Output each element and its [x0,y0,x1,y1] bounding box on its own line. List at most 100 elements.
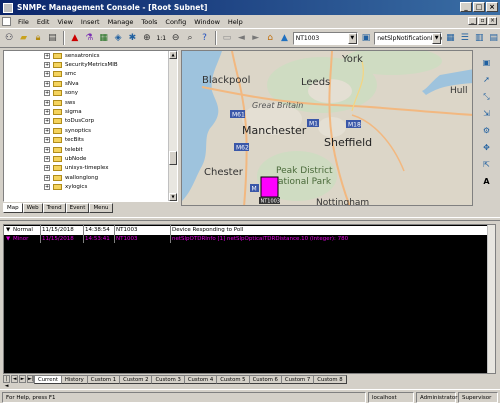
expand-icon[interactable]: + [44,165,50,172]
tab-event[interactable]: Event [65,203,90,213]
tab-first-icon[interactable]: |◄ [3,375,10,389]
graph-icon[interactable]: ▦ [97,32,109,45]
map-canvas[interactable]: M61 M1 M18 M62 M York Blackpool Leeds Hu… [182,51,473,206]
expand-icon[interactable]: + [44,146,50,153]
resize-tool-icon[interactable]: ⇱ [480,158,493,171]
tab-custom-4[interactable]: Custom 4 [183,374,218,384]
mdi-close-button[interactable]: × [488,17,497,25]
list-icon[interactable]: ☰ [459,32,471,45]
event-log[interactable]: ▼ Normal 11/15/2018 14:38:54 NT1003 Devi… [3,224,496,374]
menu-edit[interactable]: Edit [34,18,53,26]
link-tool-icon[interactable]: ⤡ [480,90,493,103]
close-button[interactable]: × [486,2,498,12]
event-row[interactable]: ▼ Normal 11/15/2018 14:38:54 NT1003 Devi… [4,226,490,235]
expand-icon[interactable]: + [44,127,50,134]
expand-icon[interactable]: + [44,184,50,191]
event-scrollbar[interactable] [487,225,495,373]
tree-item[interactable]: + xylogics [4,182,177,191]
mdi-minimize-button[interactable]: _ [468,17,477,25]
tree-item[interactable]: + tecBits [4,136,177,145]
flask-icon[interactable]: ⚗ [83,32,95,45]
tab-custom-3[interactable]: Custom 3 [151,374,185,384]
menu-config[interactable]: Config [162,18,189,26]
expand-icon[interactable]: + [44,90,50,97]
tab-custom-2[interactable]: Custom 2 [119,374,153,384]
tree-item[interactable]: + smc [4,70,177,79]
select-tool-icon[interactable]: ▣ [480,56,493,69]
tab-custom-6[interactable]: Custom 6 [248,374,282,384]
expand-icon[interactable]: + [44,52,50,59]
folder-icon[interactable]: ▰ [17,32,29,45]
chart-icon[interactable]: ▤ [487,32,499,45]
home-icon[interactable]: ⌂ [264,32,276,45]
grid-icon[interactable]: ▦ [444,32,456,45]
network-tool-icon[interactable]: ⚙ [480,124,493,137]
binoculars-icon[interactable]: ⚇ [3,32,15,45]
tree-scrollbar[interactable]: ▲ ▼ [168,51,177,201]
zoom-actual-icon[interactable]: 1:1 [155,32,167,45]
mib-tree[interactable]: + sensatronics + SecurityMetricsMIB + smc +… [3,50,178,202]
back-arrow-icon[interactable]: ◄ [235,32,247,45]
menu-window[interactable]: Window [191,18,223,26]
tree-item[interactable]: + unisys-timeplex [4,164,177,173]
menu-manage[interactable]: Manage [105,18,137,26]
expand-icon[interactable]: + [44,155,50,162]
tab-next-icon[interactable]: ► [19,375,26,383]
tree-item[interactable]: + sony [4,89,177,98]
tab-map[interactable]: Map [3,203,23,213]
tree-item[interactable]: + sws [4,98,177,107]
expand-icon[interactable]: + [44,174,50,181]
expand-icon[interactable]: + [44,80,50,87]
menu-file[interactable]: File [15,18,32,26]
tree-item[interactable]: + telebit [4,145,177,154]
tree-item[interactable]: + toDusCorp [4,117,177,126]
tab-last-icon[interactable]: ►| [27,375,34,383]
table-icon[interactable]: ▥ [473,32,485,45]
tab-menu[interactable]: Menu [89,203,113,213]
device-node-icon[interactable] [260,176,279,198]
map-icon[interactable]: ◈ [112,32,124,45]
pointer-tool-icon[interactable]: ➚ [480,73,493,86]
event-row[interactable]: ▼ Minor 11/15/2018 14:53:41 NT1003 netSl… [4,235,490,244]
expand-icon[interactable]: + [44,99,50,106]
scroll-up-icon[interactable]: ▲ [169,51,177,59]
menu-insert[interactable]: Insert [78,18,103,26]
tree-item[interactable]: + sensatronics [4,51,177,60]
document-icon[interactable] [2,17,11,26]
map-view[interactable]: M61 M1 M18 M62 M York Blackpool Leeds Hu… [181,50,473,206]
tab-trend[interactable]: Trend [42,203,66,213]
maximize-button[interactable]: □ [473,2,485,12]
menu-view[interactable]: View [54,18,75,26]
lock-icon[interactable]: 🔒︎ [32,32,44,45]
up-arrow-icon[interactable]: ▲ [278,32,290,45]
tab-web[interactable]: Web [22,203,43,213]
tab-history[interactable]: History [60,374,88,384]
print-icon[interactable]: ▤ [46,32,58,45]
mdi-restore-button[interactable]: ▫ [478,17,487,25]
tab-custom-7[interactable]: Custom 7 [280,374,315,384]
tree-item[interactable]: + ubNode [4,154,177,163]
scroll-thumb[interactable] [169,151,177,165]
menu-help[interactable]: Help [225,18,246,26]
panel-splitter[interactable] [0,217,500,221]
layout-tool-icon[interactable]: ✥ [480,141,493,154]
tab-current[interactable]: Current [34,374,62,384]
tree-item[interactable]: + sigma [4,107,177,116]
text-tool-icon[interactable]: A [480,175,493,188]
search-icon[interactable]: ⌕ [184,32,196,45]
node-select-icon[interactable]: ▣ [360,32,372,45]
tree-item[interactable]: + sNva [4,79,177,88]
tab-custom-1[interactable]: Custom 1 [86,374,121,384]
tab-custom-8[interactable]: Custom 8 [313,374,347,384]
network-icon[interactable]: ✱ [126,32,138,45]
event-combo[interactable]: netSlpNotificationInfo ▼ [374,31,443,45]
tab-prev-icon[interactable]: ◄ [11,375,18,383]
scroll-down-icon[interactable]: ▼ [169,193,177,201]
node-combo[interactable]: NT1003 ▼ [292,31,358,45]
zoom-in-icon[interactable]: ⊕ [141,32,153,45]
expand-icon[interactable]: + [44,137,50,144]
chevron-down-icon[interactable]: ▼ [347,32,357,44]
tree-item[interactable]: + synoptics [4,126,177,135]
tree-item[interactable]: + wallonglong [4,173,177,182]
help-icon[interactable]: ? [198,32,210,45]
